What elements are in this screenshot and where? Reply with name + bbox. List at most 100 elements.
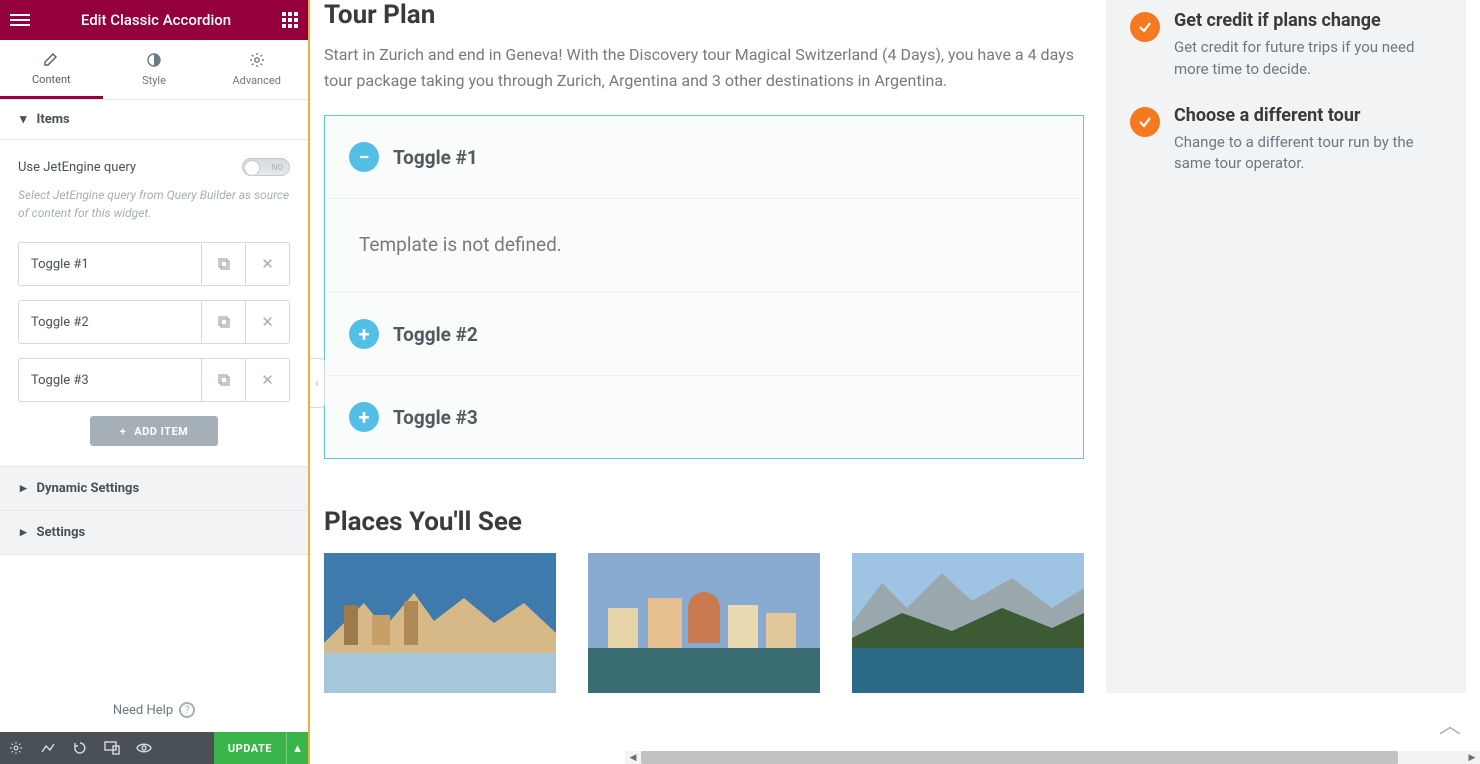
benefit-1-title: Get credit if plans change: [1174, 10, 1444, 31]
duplicate-button[interactable]: [201, 359, 245, 401]
remove-button[interactable]: ✕: [245, 359, 289, 401]
places-gallery: [324, 553, 1084, 693]
close-icon: ✕: [261, 255, 274, 273]
update-dropdown[interactable]: ▴: [286, 732, 308, 764]
settings-label: Settings: [37, 525, 86, 540]
accordion-item-2: + Toggle #2: [325, 293, 1083, 376]
benefit-2: Choose a different tour Change to a diff…: [1130, 105, 1444, 176]
minus-circle-icon: −: [349, 142, 379, 172]
caret-up-icon: ▴: [294, 741, 301, 756]
accordion-header-1[interactable]: − Toggle #1: [325, 116, 1083, 198]
chevron-up-icon: ︿: [1439, 708, 1461, 740]
caret-right-icon: ▸: [20, 481, 27, 496]
toggle-item-2: Toggle #2 ✕: [18, 300, 290, 344]
benefit-2-title: Choose a different tour: [1174, 105, 1444, 126]
help-icon[interactable]: ?: [179, 702, 195, 718]
accordion-header-2[interactable]: + Toggle #2: [325, 293, 1083, 375]
pencil-icon: [43, 51, 59, 67]
section-items-label: Items: [37, 112, 70, 127]
settings-icon[interactable]: [0, 732, 32, 764]
need-help-label: Need Help: [113, 703, 173, 718]
dynamic-settings-label: Dynamic Settings: [37, 481, 140, 496]
editor-sidebar: Edit Classic Accordion Content Style: [0, 0, 310, 764]
bottom-toolbar: UPDATE ▴: [0, 732, 308, 764]
duplicate-button[interactable]: [201, 243, 245, 285]
accordion-body-1: Template is not defined.: [325, 198, 1083, 292]
page-heading-places: Places You'll See: [324, 507, 1084, 537]
add-item-button[interactable]: + ADD ITEM: [90, 416, 218, 446]
caret-down-icon: ▾: [20, 112, 27, 127]
horizontal-scrollbar[interactable]: ◀ ▶: [625, 751, 1480, 764]
toggle-item-3: Toggle #3 ✕: [18, 358, 290, 402]
tab-style[interactable]: Style: [103, 40, 206, 99]
copy-icon: [217, 315, 231, 329]
duplicate-button[interactable]: [201, 301, 245, 343]
chevron-left-icon: ‹: [315, 376, 319, 390]
caret-right-icon: ▸: [20, 525, 27, 540]
jetengine-query-label: Use JetEngine query: [18, 160, 136, 175]
tab-advanced-label: Advanced: [232, 74, 280, 87]
update-button[interactable]: UPDATE: [214, 732, 286, 764]
accordion-item-1: − Toggle #1 Template is not defined.: [325, 116, 1083, 293]
toggle-item-1-label[interactable]: Toggle #1: [19, 243, 201, 285]
jetengine-query-toggle[interactable]: NO: [242, 158, 290, 176]
accordion-item-3: + Toggle #3: [325, 376, 1083, 458]
close-icon: ✕: [261, 371, 274, 389]
plus-icon: +: [120, 425, 127, 438]
plus-circle-icon: +: [349, 319, 379, 349]
accordion-title-2: Toggle #2: [393, 323, 478, 346]
widgets-grid-icon[interactable]: [282, 12, 298, 28]
classic-accordion-widget[interactable]: − Toggle #1 Template is not defined. + T…: [324, 115, 1084, 459]
accordion-title-3: Toggle #3: [393, 406, 478, 429]
preview-icon[interactable]: [128, 732, 160, 764]
remove-button[interactable]: ✕: [245, 301, 289, 343]
contrast-icon: [146, 52, 162, 68]
widget-title: Edit Classic Accordion: [81, 11, 231, 29]
section-items-body: Use JetEngine query NO Select JetEngine …: [0, 140, 308, 466]
copy-icon: [217, 257, 231, 271]
scroll-to-top-button[interactable]: ︿: [1438, 712, 1462, 736]
responsive-icon[interactable]: [96, 732, 128, 764]
toggle-item-2-label[interactable]: Toggle #2: [19, 301, 201, 343]
tab-content[interactable]: Content: [0, 40, 103, 99]
tab-content-label: Content: [32, 73, 71, 86]
place-image-1: [324, 553, 556, 693]
benefit-1-text: Get credit for future trips if you need …: [1174, 37, 1444, 81]
accordion-title-1: Toggle #1: [393, 146, 478, 169]
section-settings[interactable]: ▸ Settings: [0, 511, 308, 555]
navigator-icon[interactable]: [32, 732, 64, 764]
section-items-header[interactable]: ▾ Items: [0, 100, 308, 140]
toggle-item-1: Toggle #1 ✕: [18, 242, 290, 286]
check-icon: [1130, 12, 1160, 42]
hamburger-icon[interactable]: [10, 14, 30, 26]
tour-plan-intro: Start in Zurich and end in Geneva! With …: [324, 42, 1084, 93]
benefit-2-text: Change to a different tour run by the sa…: [1174, 132, 1444, 176]
tab-style-label: Style: [142, 74, 166, 87]
place-image-3: [852, 553, 1084, 693]
add-item-label: ADD ITEM: [134, 425, 188, 438]
collapse-panel-button[interactable]: ‹: [310, 358, 325, 408]
remove-button[interactable]: ✕: [245, 243, 289, 285]
page-heading-tour-plan: Tour Plan: [324, 0, 1084, 30]
tab-advanced[interactable]: Advanced: [205, 40, 308, 99]
scroll-right-arrow[interactable]: ▶: [1464, 751, 1480, 764]
plus-circle-icon: +: [349, 402, 379, 432]
toggle-item-3-label[interactable]: Toggle #3: [19, 359, 201, 401]
sidebar-header: Edit Classic Accordion: [0, 0, 308, 40]
section-dynamic-settings[interactable]: ▸ Dynamic Settings: [0, 466, 308, 511]
benefit-1: Get credit if plans change Get credit fo…: [1130, 10, 1444, 81]
copy-icon: [217, 373, 231, 387]
accordion-header-3[interactable]: + Toggle #3: [325, 376, 1083, 458]
sidebar-tabs: Content Style Advanced: [0, 40, 308, 100]
scroll-left-arrow[interactable]: ◀: [625, 751, 641, 764]
scrollbar-thumb[interactable]: [641, 751, 1398, 764]
preview-canvas: Tour Plan Start in Zurich and end in Gen…: [310, 0, 1480, 764]
need-help: Need Help ?: [0, 688, 308, 732]
history-icon[interactable]: [64, 732, 96, 764]
jetengine-query-hint: Select JetEngine query from Query Builde…: [18, 186, 290, 222]
close-icon: ✕: [261, 313, 274, 331]
update-label: UPDATE: [228, 742, 272, 755]
check-icon: [1130, 107, 1160, 137]
gear-icon: [249, 52, 265, 68]
place-image-2: [588, 553, 820, 693]
